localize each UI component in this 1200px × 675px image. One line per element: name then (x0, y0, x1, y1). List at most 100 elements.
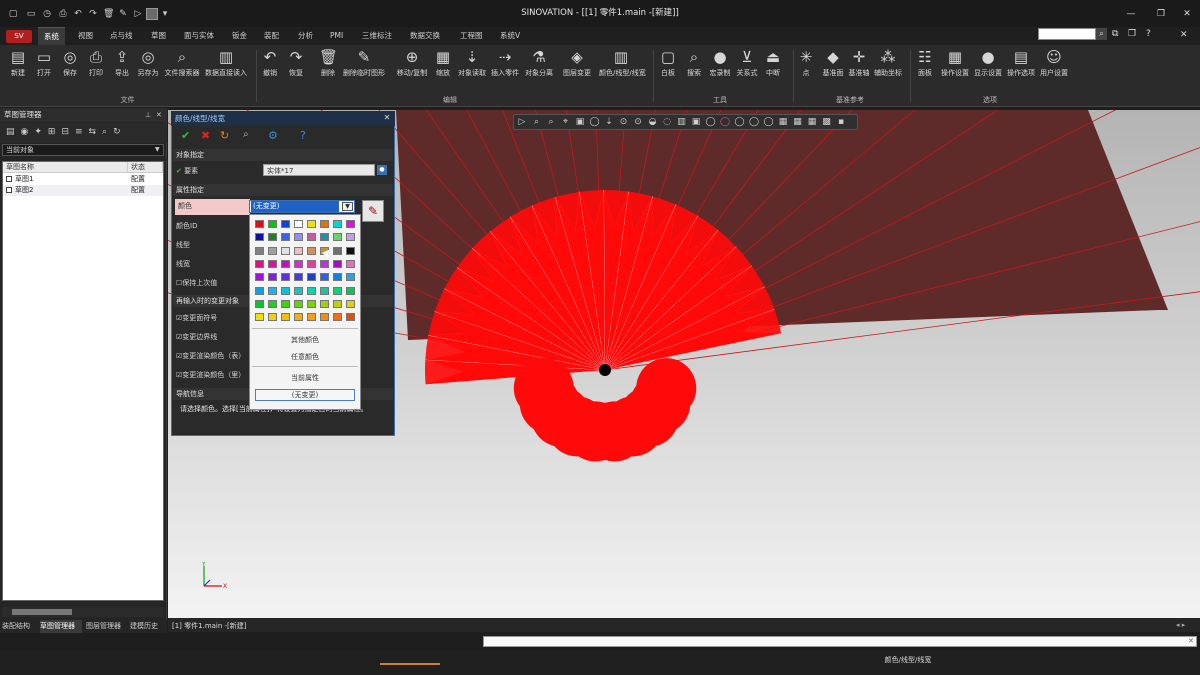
view-tool-icon[interactable]: ▦ (792, 116, 804, 128)
tab-model-history[interactable]: 建模历史 (130, 620, 166, 633)
color-swatch[interactable] (307, 299, 316, 308)
eyedropper-icon[interactable]: ✎ (362, 200, 384, 222)
tab-10[interactable]: 数据交换 (404, 27, 446, 45)
color-swatch[interactable] (320, 286, 329, 295)
view-tool-icon[interactable]: ⊙ (618, 116, 630, 128)
tab-8[interactable]: PMI (324, 27, 349, 45)
ribbon-button[interactable]: ⌕ 文件搜索器 (160, 48, 204, 78)
minimize-icon[interactable]: — (1124, 8, 1138, 20)
tab-2[interactable]: 点与线 (104, 27, 139, 45)
view-tool-icon[interactable]: ▥ (676, 116, 688, 128)
color-swatch[interactable] (268, 220, 277, 228)
color-swatch[interactable] (268, 299, 277, 308)
color-swatch[interactable] (346, 286, 355, 295)
view-tool-icon[interactable]: ⌕ (545, 116, 557, 128)
keep-last-row[interactable]: ☐保持上次值 (176, 276, 217, 290)
color-swatch[interactable] (307, 313, 316, 322)
color-swatch[interactable] (294, 286, 303, 295)
table-row[interactable]: 草图1 配置 (3, 174, 163, 185)
color-swatch[interactable] (333, 286, 342, 295)
color-swatch[interactable] (268, 313, 277, 322)
color-swatch[interactable] (268, 233, 277, 242)
table-row[interactable]: 草图2 配置 (3, 185, 163, 196)
tab-4[interactable]: 面与实体 (178, 27, 220, 45)
view-tool-icon[interactable]: ⇣ (603, 116, 615, 128)
color-swatch[interactable] (320, 233, 329, 242)
ribbon-button[interactable]: ☺ 用户设置 (1032, 48, 1076, 78)
color-swatch[interactable] (294, 259, 303, 268)
tab-9[interactable]: 三维标注 (356, 27, 398, 45)
tab-sketch-manager[interactable]: 草图管理器 (40, 620, 82, 633)
panel-hscrollbar[interactable] (2, 607, 164, 617)
redo-quick-icon[interactable]: ↷ (88, 9, 98, 19)
section-object[interactable]: 对象指定 (173, 149, 393, 161)
change-item[interactable]: ☑变更边界线 (176, 330, 217, 344)
panel-close-icon[interactable]: ✕ (156, 111, 165, 120)
color-swatch[interactable] (333, 313, 342, 322)
tab-0[interactable]: 系统 (38, 27, 65, 45)
view-tool-icon[interactable]: ▩ (821, 116, 833, 128)
color-swatch[interactable] (255, 273, 264, 282)
view-tool-icon[interactable]: ▦ (806, 116, 818, 128)
color-swatch[interactable] (294, 273, 303, 282)
tab-1[interactable]: 视图 (72, 27, 99, 45)
color-swatch[interactable] (255, 313, 264, 322)
color-swatch[interactable] (320, 313, 329, 322)
color-swatch[interactable] (346, 299, 355, 308)
current-object-combo[interactable]: 当前对象 (2, 144, 164, 156)
clock-icon[interactable]: ◷ (42, 9, 52, 19)
row-checkbox[interactable] (6, 187, 12, 193)
document-tab[interactable]: [1] 零件1.main -[新建] (172, 620, 247, 632)
tab-layer-manager[interactable]: 图层管理器 (86, 620, 128, 633)
pin-icon[interactable]: ⊥ (145, 111, 154, 120)
color-swatch[interactable] (281, 220, 290, 228)
new-file-icon[interactable]: ▢ (8, 9, 18, 19)
color-swatch[interactable] (281, 273, 290, 282)
app-menu-button[interactable]: SV (6, 30, 32, 43)
change-item[interactable]: ☑变更渲染颜色（里） (176, 368, 245, 382)
view-tool-icon[interactable]: ◯ (748, 116, 760, 128)
color-swatch[interactable] (346, 246, 355, 255)
color-swatch[interactable] (294, 246, 303, 255)
tab-3[interactable]: 草图 (145, 27, 172, 45)
view-tool-icon[interactable]: ◯ (719, 116, 731, 128)
play-quick-icon[interactable]: ▷ (133, 9, 143, 19)
color-swatch[interactable] (268, 286, 277, 295)
view-tool-icon[interactable]: ◯ (763, 116, 775, 128)
close-doc-icon[interactable]: ✕ (1180, 29, 1192, 41)
view-tool-icon[interactable]: ◌ (661, 116, 673, 128)
row-checkbox[interactable] (6, 176, 12, 182)
color-swatch[interactable] (346, 220, 355, 228)
tab-12[interactable]: 系统V (494, 27, 526, 45)
color-combo-value[interactable]: (无变更) (251, 201, 339, 212)
settings-gear-icon[interactable]: ⚙ (268, 129, 278, 142)
ok-check-icon[interactable]: ✔ (181, 129, 190, 142)
view-tool-icon[interactable]: ▪ (835, 116, 847, 128)
question-icon[interactable]: ? (1146, 28, 1158, 40)
ribbon-button[interactable]: ✎ 删除临时图形 (342, 48, 386, 78)
view-tool-icon[interactable]: ⌖ (560, 116, 572, 128)
view-tool-icon[interactable]: ▦ (777, 116, 789, 128)
color-swatch[interactable] (333, 299, 342, 308)
dialog-close-icon[interactable]: ✕ (382, 113, 392, 123)
tab-11[interactable]: 工程图 (454, 27, 489, 45)
color-swatch[interactable] (281, 246, 290, 255)
color-swatch[interactable] (307, 259, 316, 268)
color-swatch[interactable] (307, 246, 316, 255)
color-swatch[interactable] (294, 299, 303, 308)
restore-icon[interactable]: ❐ (1154, 8, 1168, 20)
section-attribute[interactable]: 属性指定 (173, 184, 393, 196)
tab-7[interactable]: 分析 (292, 27, 319, 45)
color-swatch[interactable] (281, 313, 290, 322)
view-tool-icon[interactable]: ◒ (647, 116, 659, 128)
color-swatch[interactable] (281, 259, 290, 268)
select-element-icon[interactable]: ● (377, 165, 387, 175)
change-item[interactable]: ☑变更渲染颜色（表） (176, 349, 245, 363)
change-item[interactable]: ☑变更面符号 (176, 311, 217, 325)
undo-quick-icon[interactable]: ↶ (73, 9, 83, 19)
color-swatch[interactable] (333, 220, 342, 228)
view-tool-icon[interactable]: ◯ (589, 116, 601, 128)
search-icon[interactable]: ⌕ (1096, 28, 1107, 40)
color-swatch[interactable] (294, 220, 303, 228)
color-swatch[interactable] (346, 259, 355, 268)
